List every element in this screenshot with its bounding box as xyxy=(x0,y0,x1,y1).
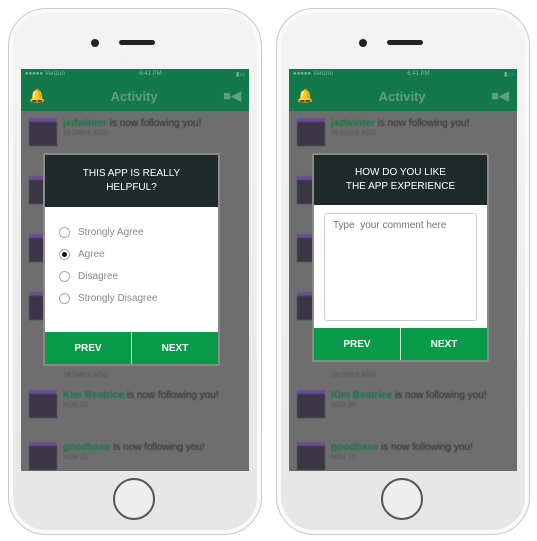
video-camera-icon[interactable]: ■◀ xyxy=(223,88,241,104)
camera xyxy=(359,39,367,47)
option-disagree[interactable]: Disagree xyxy=(59,265,204,287)
home-button[interactable] xyxy=(113,478,155,520)
avatar xyxy=(297,390,325,418)
next-button[interactable]: NEXT xyxy=(400,328,487,360)
nav-bar: 🔔 Activity ■◀ xyxy=(21,81,249,111)
video-camera-icon[interactable]: ■◀ xyxy=(491,88,509,104)
screen: ●●●●● Verizon 6:41 PM ▮▭ 🔔 Activity ■◀ jxdwi… xyxy=(289,69,517,471)
status-bar: ●●●●● Verizon 6:41 PM ▮▭ xyxy=(289,69,517,81)
list-item[interactable]: goodbase is now following you! NOV 15 xyxy=(289,435,517,471)
home-button[interactable] xyxy=(381,478,423,520)
dialog-title: THIS APP IS REALLY HELPFUL? xyxy=(45,155,218,207)
bell-icon[interactable]: 🔔 xyxy=(297,88,313,104)
avatar xyxy=(29,390,57,418)
avatar xyxy=(29,118,57,146)
nav-title: Activity xyxy=(378,88,426,104)
screen: ●●●●● Verizon 6:41 PM ▮▭ 🔔 Activity ■◀ jxdwi… xyxy=(21,69,249,471)
option-strongly-disagree[interactable]: Strongly Disagree xyxy=(59,287,204,309)
list-item[interactable]: goodbase is now following you! NOV 15 xyxy=(21,435,249,471)
dialog-title: HOW DO YOU LIKE THE APP EXPERIENCE xyxy=(314,155,487,205)
phone-left: ●●●●● Verizon 6:41 PM ▮▭ 🔔 Activity ■◀ jxdwi… xyxy=(8,8,262,535)
list-item[interactable]: Kim Beatrice is now following you! NOV 20 xyxy=(21,383,249,435)
prev-button[interactable]: PREV xyxy=(314,328,400,360)
option-agree[interactable]: Agree xyxy=(59,243,204,265)
speaker xyxy=(119,40,155,45)
radio-button[interactable] xyxy=(59,292,70,304)
radio-button[interactable] xyxy=(59,226,70,238)
radio-button-selected[interactable] xyxy=(59,248,70,260)
prev-button[interactable]: PREV xyxy=(45,332,131,364)
speaker xyxy=(387,40,423,45)
nav-bar: 🔔 Activity ■◀ xyxy=(289,81,517,111)
status-bar: ●●●●● Verizon 6:41 PM ▮▭ xyxy=(21,69,249,81)
bell-icon[interactable]: 🔔 xyxy=(29,88,45,104)
radio-button[interactable] xyxy=(59,270,70,282)
phone-right: ●●●●● Verizon 6:41 PM ▮▭ 🔔 Activity ■◀ jxdwi… xyxy=(276,8,530,535)
comment-input[interactable] xyxy=(324,213,477,321)
camera xyxy=(91,39,99,47)
avatar xyxy=(297,442,325,470)
option-strongly-agree[interactable]: Strongly Agree xyxy=(59,221,204,243)
avatar xyxy=(297,118,325,146)
comment-dialog: HOW DO YOU LIKE THE APP EXPERIENCE PREVN… xyxy=(312,153,489,362)
nav-title: Activity xyxy=(110,88,158,104)
avatar xyxy=(29,442,57,470)
list-item[interactable]: Kim Beatrice is now following you! NOV 20 xyxy=(289,383,517,435)
next-button[interactable]: NEXT xyxy=(131,332,218,364)
survey-dialog: THIS APP IS REALLY HELPFUL? Strongly Agr… xyxy=(43,153,220,366)
